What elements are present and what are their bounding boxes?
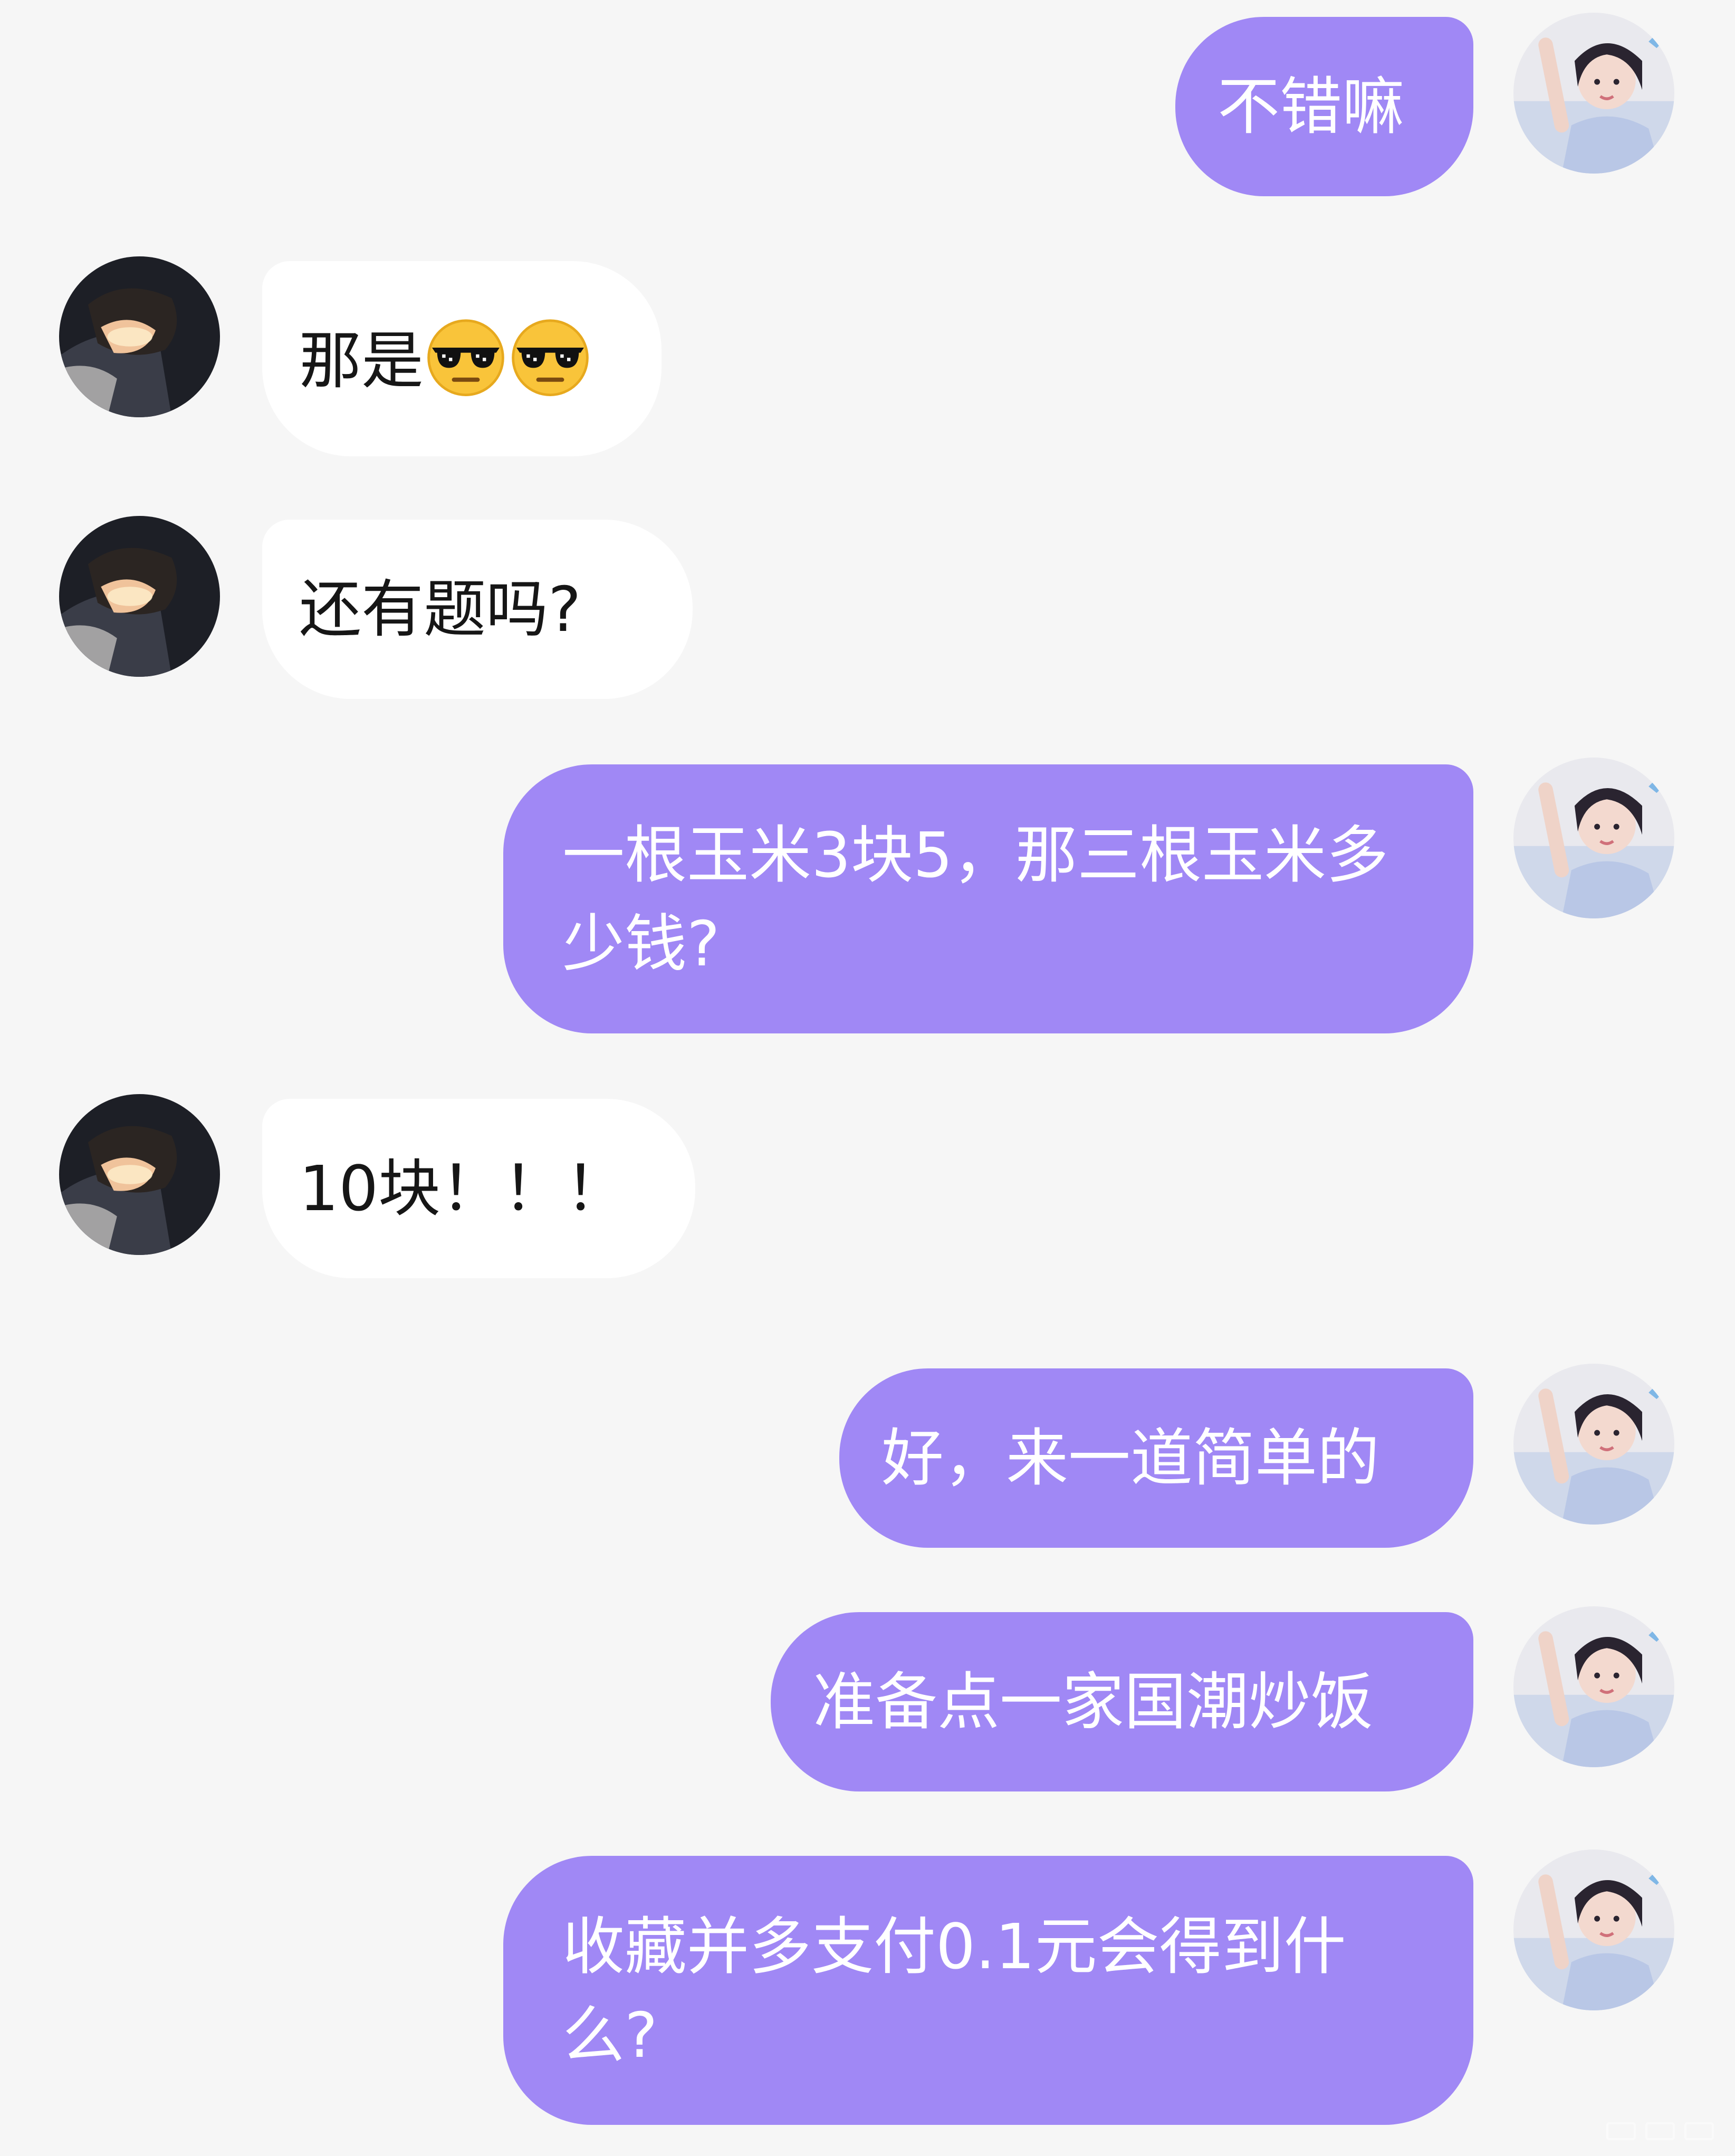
- message-bubble-outgoing[interactable]: 一根玉米3块5，那三根玉米多少钱?: [503, 764, 1473, 1033]
- avatar-contact-image: [59, 256, 220, 417]
- watermark-mark: [1684, 2122, 1714, 2140]
- watermark-mark: [1645, 2122, 1675, 2140]
- avatar-contact[interactable]: [59, 516, 220, 677]
- avatar-self-image: [1513, 13, 1674, 174]
- avatar-contact-image: [59, 1094, 220, 1255]
- message-bubble-incoming[interactable]: 那是: [262, 261, 662, 456]
- message-text: 还有题吗?: [299, 573, 581, 646]
- avatar-self[interactable]: [1513, 1850, 1674, 2010]
- message-bubble-incoming[interactable]: 10块！！！: [262, 1099, 695, 1278]
- message-text: 收藏并多支付0.1元会得到什么?: [562, 1910, 1346, 2072]
- avatar-self[interactable]: [1513, 13, 1674, 174]
- message-text: 准备点一家国潮炒饭: [813, 1665, 1374, 1738]
- message-text: 那是: [299, 324, 424, 397]
- watermark-decoration: [1606, 2122, 1714, 2140]
- avatar-self-image: [1513, 1364, 1674, 1525]
- avatar-self-image: [1513, 758, 1674, 918]
- message-text: 10块！！！: [299, 1152, 628, 1225]
- message-text: 一根玉米3块5，那三根玉米多少钱?: [562, 819, 1389, 980]
- avatar-contact-image: [59, 516, 220, 677]
- sunglasses-face-emoji-icon: [508, 314, 592, 398]
- avatar-contact[interactable]: [59, 256, 220, 417]
- message-bubble-incoming[interactable]: 还有题吗?: [262, 520, 693, 699]
- avatar-self-image: [1513, 1850, 1674, 2010]
- message-content: 那是: [299, 314, 625, 405]
- watermark-mark: [1606, 2122, 1636, 2140]
- avatar-contact[interactable]: [59, 1094, 220, 1255]
- avatar-self[interactable]: [1513, 758, 1674, 918]
- message-bubble-outgoing[interactable]: 准备点一家国潮炒饭: [771, 1612, 1473, 1791]
- avatar-self[interactable]: [1513, 1364, 1674, 1525]
- message-text: 好，来一道简单的: [881, 1422, 1380, 1494]
- message-text: 不错嘛: [1218, 70, 1405, 143]
- avatar-self[interactable]: [1513, 1606, 1674, 1767]
- message-bubble-outgoing[interactable]: 好，来一道简单的: [839, 1368, 1473, 1548]
- message-bubble-outgoing[interactable]: 收藏并多支付0.1元会得到什么?: [503, 1856, 1473, 2125]
- message-bubble-outgoing[interactable]: 不错嘛: [1175, 17, 1473, 196]
- avatar-self-image: [1513, 1606, 1674, 1767]
- sunglasses-face-emoji-icon: [424, 314, 508, 398]
